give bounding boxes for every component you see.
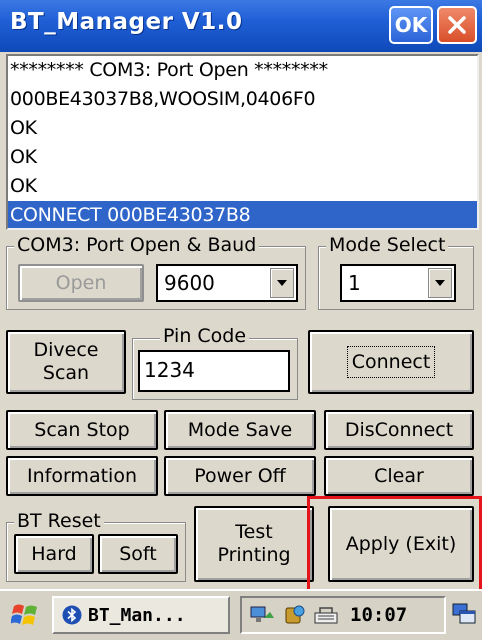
baud-rate-select[interactable]: 9600	[156, 264, 298, 302]
scan-stop-button[interactable]: Scan Stop	[6, 410, 158, 450]
clock[interactable]: 10:07	[350, 604, 407, 626]
close-button[interactable]	[437, 6, 477, 44]
disconnect-button[interactable]: DisConnect	[324, 410, 474, 450]
information-button[interactable]: Information	[6, 456, 158, 496]
log-line[interactable]: OK	[8, 114, 477, 143]
log-list[interactable]: ******** COM3: Port Open ******** 000BE4…	[6, 54, 479, 230]
com-port-legend: COM3: Port Open & Baud	[14, 234, 260, 256]
chevron-down-icon[interactable]	[428, 268, 452, 298]
device-scan-button[interactable]: Divece Scan	[6, 330, 126, 394]
log-line[interactable]: 000BE43037B8,WOOSIM,0406F0	[8, 85, 477, 114]
ok-button[interactable]: OK	[389, 6, 433, 44]
windows-logo-icon	[11, 604, 37, 625]
pin-code-input[interactable]: 1234	[138, 350, 290, 392]
test-printing-button[interactable]: Test Printing	[194, 506, 314, 582]
system-tray: 10:07	[240, 596, 446, 634]
power-off-button[interactable]: Power Off	[164, 456, 316, 496]
pin-code-legend: Pin Code	[160, 325, 250, 347]
clear-button[interactable]: Clear	[324, 456, 474, 496]
baud-rate-value: 9600	[164, 271, 215, 295]
desktop-icon	[452, 603, 476, 624]
log-line-selected[interactable]: CONNECT 000BE43037B8	[8, 201, 477, 228]
log-line[interactable]: ******** COM3: Port Open ********	[8, 56, 477, 85]
log-line[interactable]: OK	[8, 172, 477, 201]
close-icon	[448, 16, 466, 34]
connect-label: Connect	[346, 345, 436, 379]
chevron-down-icon[interactable]	[270, 268, 294, 298]
taskbar-item-bt-manager[interactable]: BT_Man...	[52, 596, 230, 634]
show-desktop-button[interactable]	[448, 596, 480, 634]
taskbar-item-label: BT_Man...	[88, 604, 186, 626]
hard-reset-button[interactable]: Hard	[14, 534, 94, 574]
open-button[interactable]: Open	[18, 264, 144, 302]
connect-button[interactable]: Connect	[308, 330, 474, 394]
connection-icon[interactable]	[284, 604, 306, 626]
mode-save-button[interactable]: Mode Save	[164, 410, 316, 450]
log-line[interactable]: OK	[8, 143, 477, 172]
mode-value: 1	[348, 271, 361, 295]
mode-select-legend: Mode Select	[326, 234, 449, 256]
mode-select[interactable]: 1	[340, 264, 456, 302]
window-title: BT_Manager V1.0	[10, 9, 243, 35]
start-button[interactable]	[4, 594, 48, 636]
network-icon[interactable]	[250, 604, 276, 626]
bluetooth-icon	[62, 605, 82, 625]
bt-reset-legend: BT Reset	[14, 510, 104, 532]
soft-reset-button[interactable]: Soft	[98, 534, 178, 574]
keyboard-icon[interactable]	[314, 605, 338, 625]
